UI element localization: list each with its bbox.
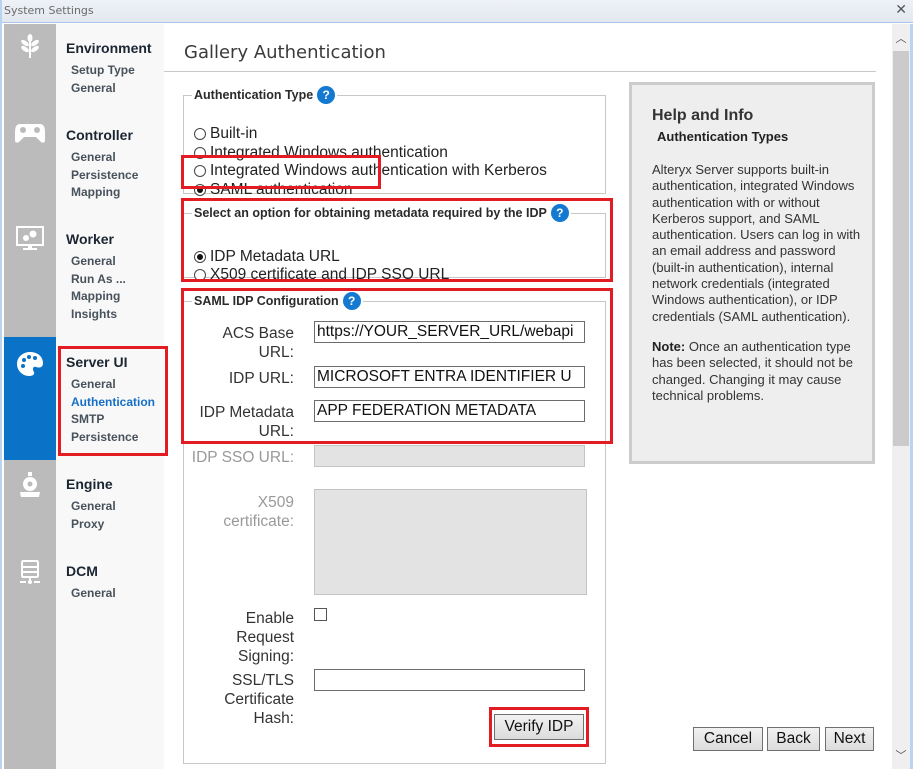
close-x-icon[interactable]: ✕ [895,2,907,18]
scrollbar-thumb[interactable] [893,51,909,446]
help-title: Help and Info [652,107,754,124]
cancel-button[interactable]: Cancel [693,727,763,751]
rail-dcm[interactable] [4,559,56,589]
nav-item-mapping[interactable]: Mapping [71,184,138,202]
rail-environment[interactable] [4,34,56,74]
scroll-down-icon[interactable]: ﹀ [892,747,910,763]
nav-item-general[interactable]: General [71,253,126,271]
window-title: System Settings [4,4,94,17]
nav-group-environment: Environment Setup Type General [66,40,152,97]
help-panel: Help and Info Authentication Types Alter… [629,82,875,464]
auth-type-legend-text: Authentication Type [194,88,314,102]
system-settings-window: System Settings ✕ Environment Setup Type… [0,0,913,769]
x509-certificate-label: X509 certificate: [223,494,294,530]
nav-group-controller: Controller General Persistence Mapping [66,127,138,202]
rail-controller[interactable] [4,122,56,152]
page-title: Gallery Authentication [184,42,386,63]
idp-sso-url-label: IDP SSO URL: [191,449,294,466]
help-subtitle: Authentication Types [657,129,789,144]
main-content: Gallery Authentication Authentication Ty… [164,24,892,769]
highlight-saml-config [181,288,613,444]
help-body: Alteryx Server supports built-in authent… [652,162,861,324]
radio-built-in[interactable]: Built-in [194,125,257,143]
highlight-saml-option [181,155,381,189]
highlight-server-ui [58,346,168,456]
nav-group-worker: Worker General Run As ... Mapping Insigh… [66,231,126,323]
enable-request-signing-checkbox[interactable] [314,608,327,621]
nav-group-title[interactable]: Worker [66,231,126,247]
nav-item-general[interactable]: General [71,149,138,167]
nav-item-insights[interactable]: Insights [71,306,126,324]
nav-item-run-as[interactable]: Run As ... [71,271,126,289]
title-bar: System Settings ✕ [2,0,913,23]
gamepad-icon [15,124,45,143]
scroll-up-icon[interactable]: ︿ [892,30,910,46]
help-note: Note: Once an authentication type has be… [652,339,862,404]
nav-group-dcm: DCM General [66,563,116,603]
nav-group-title[interactable]: Environment [66,40,152,56]
title-divider [164,71,876,72]
nav-group-title[interactable]: Controller [66,127,138,143]
highlight-metadata-option [181,198,613,282]
x509-certificate-textarea[interactable] [314,489,587,595]
highlight-verify-idp [489,707,589,747]
nav-item-mapping[interactable]: Mapping [71,288,126,306]
rail-server-ui[interactable] [4,337,56,460]
nav-group-title[interactable]: DCM [66,563,116,579]
rail-worker[interactable] [4,226,56,260]
auth-type-legend: Authentication Type ? [192,86,337,104]
enable-request-signing-label: Enable Request Signing: [236,610,294,665]
radio-circle[interactable] [194,128,206,140]
back-button[interactable]: Back [767,727,820,751]
wheat-icon [21,34,39,58]
palette-icon [17,352,43,376]
nav-item-proxy[interactable]: Proxy [71,516,116,534]
nav-item-persistence[interactable]: Persistence [71,167,138,185]
icon-rail [4,24,56,769]
rail-engine[interactable] [4,472,56,502]
vertical-scrollbar[interactable]: ︿ ﹀ [892,24,910,769]
ssl-tls-hash-input[interactable] [314,669,585,691]
nav-item-general[interactable]: General [71,80,152,98]
nav-item-general[interactable]: General [71,585,116,603]
help-note-label: Note: [652,338,686,354]
radio-label: Built-in [210,125,258,142]
nav-item-general[interactable]: General [71,498,116,516]
nav-item-setup-type[interactable]: Setup Type [71,62,152,80]
monitor-gears-icon [16,226,44,250]
nav-group-engine: Engine General Proxy [66,476,116,533]
ssl-tls-hash-label: SSL/TLS Certificate Hash: [224,672,294,727]
train-icon [20,472,40,497]
idp-sso-url-input[interactable] [314,445,585,467]
nav-group-title[interactable]: Engine [66,476,116,492]
help-icon[interactable]: ? [317,86,336,104]
database-icon [20,560,40,584]
next-button[interactable]: Next [825,727,874,751]
